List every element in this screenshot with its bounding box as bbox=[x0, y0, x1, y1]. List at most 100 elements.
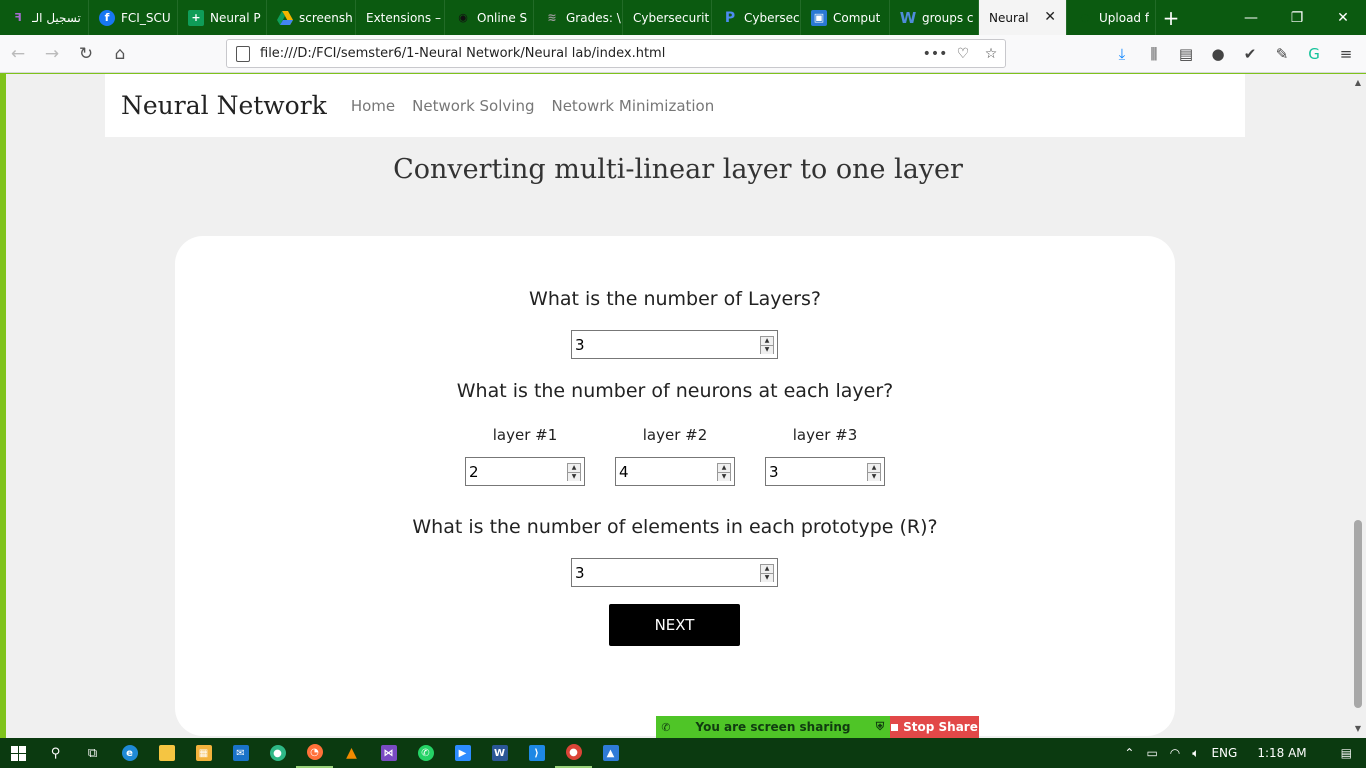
stop-share-button[interactable]: Stop Share bbox=[890, 716, 979, 738]
eye-icon: ◉ bbox=[458, 11, 468, 24]
tab-10[interactable]: Wgroups c bbox=[890, 0, 979, 35]
form-card: What is the number of Layers? 3 ▲ ▼ What … bbox=[175, 236, 1175, 736]
layers-input[interactable]: 3 ▲ ▼ bbox=[571, 330, 778, 359]
tab-0[interactable]: ꟻ تسجيل الـ bbox=[0, 0, 89, 35]
spinner-icon[interactable]: ▲ ▼ bbox=[760, 335, 774, 354]
tab-8[interactable]: P Cybersec bbox=[712, 0, 801, 35]
visual-studio-icon[interactable]: ⋈ bbox=[370, 738, 407, 768]
vscode-icon[interactable]: ⟩ bbox=[518, 738, 555, 768]
restore-button[interactable]: ❐ bbox=[1274, 0, 1320, 35]
language-indicator[interactable]: ENG bbox=[1211, 746, 1237, 760]
search-icon[interactable]: ⚲ bbox=[37, 738, 74, 768]
scroll-down-icon[interactable]: ▼ bbox=[1350, 724, 1366, 733]
battery-icon[interactable]: ▭ bbox=[1146, 746, 1157, 760]
maps-app-icon[interactable]: ● bbox=[259, 738, 296, 768]
volume-icon[interactable]: 🔈︎ bbox=[1192, 746, 1199, 761]
tab-4[interactable]: Extensions – bbox=[356, 0, 445, 35]
profile-icon: ▣ bbox=[811, 9, 827, 26]
nav-link-network-minimization[interactable]: Netowrk Minimization bbox=[551, 97, 714, 115]
scroll-up-icon[interactable]: ▲ bbox=[1350, 78, 1366, 87]
home-button[interactable]: ⌂ bbox=[104, 38, 136, 70]
window-controls: — ❐ ✕ bbox=[1228, 0, 1366, 35]
spinner-icon[interactable]: ▲ ▼ bbox=[867, 462, 881, 481]
address-bar[interactable]: file:///D:/FCI/semster6/1-Neural Network… bbox=[226, 39, 1006, 68]
photos-icon[interactable]: ▲ bbox=[592, 738, 629, 768]
shield-icon: ⛨ bbox=[875, 720, 885, 733]
next-button[interactable]: NEXT bbox=[609, 604, 740, 646]
pocket-icon[interactable]: ♡ bbox=[949, 46, 977, 62]
screen-share-bar: ✆ You are screen sharing ⛨ Stop Share bbox=[656, 716, 979, 738]
layer-3-neurons-input[interactable]: 3 ▲ ▼ bbox=[765, 457, 885, 486]
word-w-icon: W bbox=[899, 8, 917, 27]
notifications-icon[interactable]: ▤ bbox=[1341, 746, 1352, 760]
tab-3[interactable]: screensh bbox=[267, 0, 356, 35]
scrollbar-thumb[interactable] bbox=[1354, 520, 1362, 708]
tab-2[interactable]: + Neural P bbox=[178, 0, 267, 35]
facebook-icon: f bbox=[99, 9, 115, 26]
elements-input[interactable]: 3 ▲ ▼ bbox=[571, 558, 778, 587]
account-icon[interactable]: ● bbox=[1202, 38, 1234, 70]
nav-link-home[interactable]: Home bbox=[351, 97, 395, 115]
store-icon[interactable]: ▦ bbox=[185, 738, 222, 768]
tab-7[interactable]: Cybersecurit bbox=[623, 0, 712, 35]
bookmark-star-icon[interactable]: ☆ bbox=[977, 46, 1005, 62]
stop-icon bbox=[891, 723, 899, 731]
whatsapp-icon[interactable]: ✆ bbox=[407, 738, 444, 768]
chrome-icon[interactable]: ● bbox=[555, 738, 592, 768]
spinner-icon[interactable]: ▲ ▼ bbox=[760, 563, 774, 582]
task-view-icon[interactable]: ⧉ bbox=[74, 738, 111, 768]
close-tab-icon[interactable]: ✕ bbox=[1044, 9, 1056, 25]
vertical-scrollbar[interactable]: ▲ ▼ bbox=[1350, 74, 1366, 738]
library-icon[interactable]: ⫼ bbox=[1138, 38, 1170, 70]
file-explorer-icon[interactable] bbox=[148, 738, 185, 768]
elements-question: What is the number of elements in each p… bbox=[412, 516, 938, 538]
spinner-icon[interactable]: ▲ ▼ bbox=[567, 462, 581, 481]
tab-5[interactable]: ◉ Online S bbox=[445, 0, 534, 35]
app-icon: ꟻ bbox=[14, 11, 22, 24]
tab-6[interactable]: ≋ Grades: \ bbox=[534, 0, 623, 35]
share-status[interactable]: ✆ You are screen sharing ⛨ bbox=[656, 716, 890, 738]
tab-12[interactable]: ◌ Upload f bbox=[1067, 0, 1156, 35]
tab-9[interactable]: ▣ Comput bbox=[801, 0, 890, 35]
sidebar-icon[interactable]: ▤ bbox=[1170, 38, 1202, 70]
start-icon[interactable] bbox=[0, 738, 37, 768]
tab-active-neural[interactable]: Neural ✕ bbox=[979, 0, 1067, 35]
forward-button[interactable]: → bbox=[36, 38, 68, 70]
menu-icon[interactable]: ≡ bbox=[1330, 38, 1362, 70]
toolbar-right: ⤓ ⫼ ▤ ● ✔ ✎ G ≡ bbox=[1106, 38, 1362, 70]
tab-bar: ꟻ تسجيل الـ f FCI_SCU + Neural P screensh E… bbox=[0, 0, 1366, 35]
drive-icon bbox=[277, 10, 293, 26]
eyedropper-icon[interactable]: ✎ bbox=[1266, 38, 1298, 70]
classroom-icon: + bbox=[188, 9, 204, 26]
grammarly-icon[interactable]: G bbox=[1298, 38, 1330, 70]
word-icon[interactable]: W bbox=[481, 738, 518, 768]
chevron-up-icon[interactable]: ⌃ bbox=[1124, 746, 1134, 760]
layer-2-neurons-input[interactable]: 4 ▲ ▼ bbox=[615, 457, 735, 486]
edge-icon[interactable]: e bbox=[111, 738, 148, 768]
zoom-icon[interactable]: ▶ bbox=[444, 738, 481, 768]
wifi-icon[interactable]: ◠ bbox=[1170, 746, 1180, 760]
layer-1-neurons-input[interactable]: 2 ▲ ▼ bbox=[465, 457, 585, 486]
extension-check-icon[interactable]: ✔ bbox=[1234, 38, 1266, 70]
page-viewport: Neural Network Home Network Solving Neto… bbox=[6, 74, 1350, 738]
mail-icon[interactable]: ✉ bbox=[222, 738, 259, 768]
layers-question: What is the number of Layers? bbox=[529, 288, 821, 310]
vlc-icon[interactable]: ▲ bbox=[333, 738, 370, 768]
close-window-button[interactable]: ✕ bbox=[1320, 0, 1366, 35]
reload-button[interactable]: ↻ bbox=[70, 38, 102, 70]
minimize-button[interactable]: — bbox=[1228, 0, 1274, 35]
spinner-icon[interactable]: ▲ ▼ bbox=[717, 462, 731, 481]
tab-1[interactable]: f FCI_SCU bbox=[89, 0, 178, 35]
layer-3-label: layer #3 bbox=[792, 426, 858, 444]
firefox-icon[interactable]: ◔ bbox=[296, 738, 333, 768]
clock[interactable]: 1:18 AM bbox=[1257, 746, 1306, 760]
url-text[interactable]: file:///D:/FCI/semster6/1-Neural Network… bbox=[260, 46, 921, 61]
page-actions-icon[interactable]: ••• bbox=[921, 46, 949, 62]
layer-1-label: layer #1 bbox=[492, 426, 558, 444]
nav-link-network-solving[interactable]: Network Solving bbox=[412, 97, 534, 115]
neurons-question: What is the number of neurons at each la… bbox=[456, 380, 894, 402]
new-tab-button[interactable]: + bbox=[1156, 0, 1186, 35]
download-icon[interactable]: ⤓ bbox=[1106, 38, 1138, 70]
site-brand[interactable]: Neural Network bbox=[121, 91, 327, 120]
back-button[interactable]: ← bbox=[2, 38, 34, 70]
